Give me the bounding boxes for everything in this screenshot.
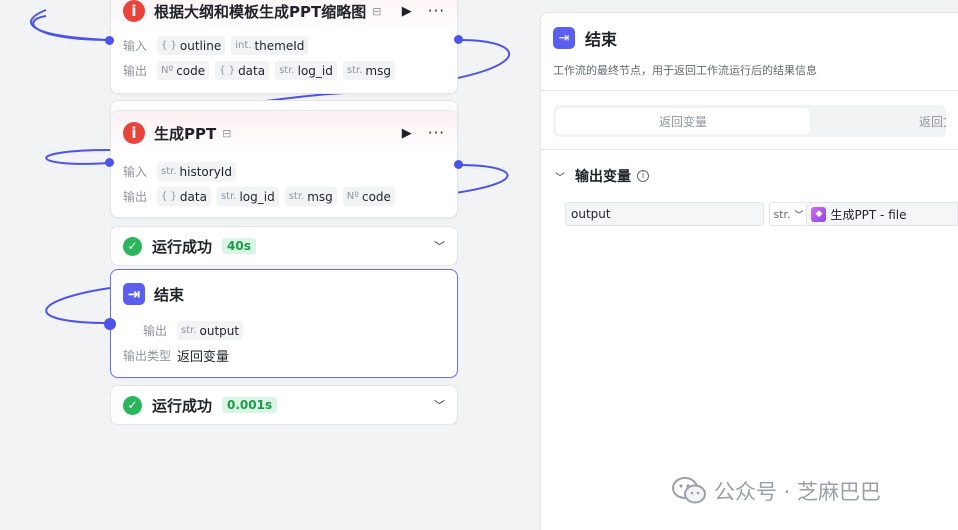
section-title: 输出变量	[575, 169, 631, 185]
check-circle-icon: ✓	[123, 236, 142, 256]
output-chip: Nº code	[157, 61, 210, 80]
input-chip: int. themeId	[231, 36, 309, 55]
input-chip: { } outline	[157, 36, 226, 55]
node-end[interactable]: ⇥ 结束 输出 str. output 输出类型 返回变量	[110, 269, 458, 378]
tab-return-variable[interactable]: 返回变量	[556, 108, 810, 134]
output-label: 输出	[123, 190, 148, 204]
node-generate-ppt[interactable]: i 生成PPT ⊟ ▶ ··· 输入 str. historyId 输出 { } d…	[110, 110, 458, 218]
node-config-panel: ⇥ 结束 工作流的最终节点，用于返回工作流运行后的结果信息 返回变量 返回文本 …	[540, 12, 958, 530]
node-thumbnail-header[interactable]: i 根据大纲和模板生成PPT缩略图 ⊟ ▶ ···	[111, 0, 457, 33]
tab-return-text[interactable]: 返回文本	[919, 108, 946, 134]
more-icon[interactable]: ···	[428, 2, 445, 20]
info-icon[interactable]: i	[637, 170, 649, 182]
plugin-cube-icon: ◆	[811, 206, 827, 222]
panel-header: ⇥ 结束	[541, 13, 958, 50]
output-chip: Nº code	[342, 187, 395, 206]
chevron-down-icon[interactable]: ﹀	[555, 169, 565, 184]
wechat-icon	[672, 477, 706, 504]
status-text: 运行成功	[152, 396, 213, 415]
output-chip: { } data	[157, 187, 211, 206]
end-icon: ⇥	[553, 27, 575, 49]
duration-badge: 0.001s	[222, 397, 278, 413]
chevron-down-icon: ﹀	[794, 210, 804, 221]
panel-title: 结束	[585, 30, 618, 49]
watermark-text: 公众号 · 芝麻巴巴	[714, 480, 882, 504]
output-chip: str. log_id	[275, 61, 337, 80]
panel-description: 工作流的最终节点，用于返回工作流运行后的结果信息	[553, 64, 817, 77]
output-type-label: 输出类型	[123, 349, 172, 363]
node-inputs: 输入 { } outline int. themeId	[111, 33, 457, 58]
output-port[interactable]	[454, 35, 463, 44]
input-port[interactable]	[105, 158, 114, 167]
node-thumbnail[interactable]: i 根据大纲和模板生成PPT缩略图 ⊟ ▶ ··· 输入 { } outline …	[110, 0, 458, 94]
node-title: 生成PPT	[154, 124, 217, 143]
play-icon[interactable]: ▶	[402, 126, 412, 141]
node-title: 根据大纲和模板生成PPT缩略图	[154, 2, 367, 21]
input-port[interactable]	[104, 318, 116, 330]
return-mode-tabs: 返回变量 返回文本	[553, 105, 946, 137]
run-status-generate-ppt[interactable]: ✓ 运行成功 40s ﹀	[110, 226, 458, 266]
play-icon[interactable]: ▶	[402, 4, 412, 19]
node-outputs: 输出 Nº code { } data str. log_id str. msg	[111, 58, 457, 83]
duration-badge: 40s	[222, 238, 256, 254]
input-chip: str. historyId	[157, 162, 236, 181]
output-label: 输出	[123, 64, 148, 78]
chevron-down-icon[interactable]: ﹀	[434, 238, 445, 254]
node-outputs: 输出 str. output	[111, 318, 457, 343]
more-icon[interactable]: ···	[428, 124, 445, 142]
output-chip: str. msg	[284, 187, 337, 206]
output-chip: str. msg	[342, 61, 395, 80]
watermark: 公众号 · 芝麻巴巴	[672, 476, 881, 506]
plugin-icon: i	[123, 122, 145, 144]
variable-reference-field[interactable]: ◆ 生成PPT - file	[807, 202, 958, 226]
node-output-type: 输出类型 返回变量	[111, 343, 457, 368]
node-inputs: 输入 str. historyId	[111, 159, 457, 184]
variable-type: str.	[773, 207, 791, 221]
node-type-icon: ⊟	[372, 4, 382, 18]
plugin-icon: i	[123, 0, 145, 22]
input-port[interactable]	[105, 36, 114, 45]
output-label: 输出	[142, 324, 167, 338]
output-port[interactable]	[454, 160, 463, 169]
output-chip: str. output	[177, 321, 244, 340]
output-type-value: 返回变量	[177, 350, 230, 365]
output-chip: { } data	[215, 61, 270, 80]
node-type-icon: ⊟	[222, 126, 232, 140]
variable-reference: 生成PPT - file	[830, 207, 907, 222]
variable-row: output str. ﹀ ◆ 生成PPT - file	[541, 186, 958, 226]
status-text: 运行成功	[152, 237, 213, 256]
input-label: 输入	[123, 39, 148, 53]
output-variables-section[interactable]: ﹀ 输出变量 i	[541, 150, 958, 186]
check-circle-icon: ✓	[123, 395, 142, 415]
chevron-down-icon[interactable]: ﹀	[434, 397, 445, 413]
node-outputs: 输出 { } data str. log_id str. msg Nº code	[111, 184, 457, 209]
end-icon: ⇥	[123, 283, 145, 305]
divider	[541, 90, 958, 91]
variable-type-select[interactable]: str. ﹀	[769, 202, 808, 226]
node-title: 结束	[154, 285, 185, 304]
variable-name-input[interactable]: output	[565, 202, 765, 226]
input-label: 输入	[123, 165, 148, 179]
node-end-header[interactable]: ⇥ 结束	[111, 270, 457, 318]
run-status-end[interactable]: ✓ 运行成功 0.001s ﹀	[110, 385, 458, 425]
node-generate-ppt-header[interactable]: i 生成PPT ⊟ ▶ ···	[111, 111, 457, 155]
output-chip: str. log_id	[216, 187, 279, 206]
